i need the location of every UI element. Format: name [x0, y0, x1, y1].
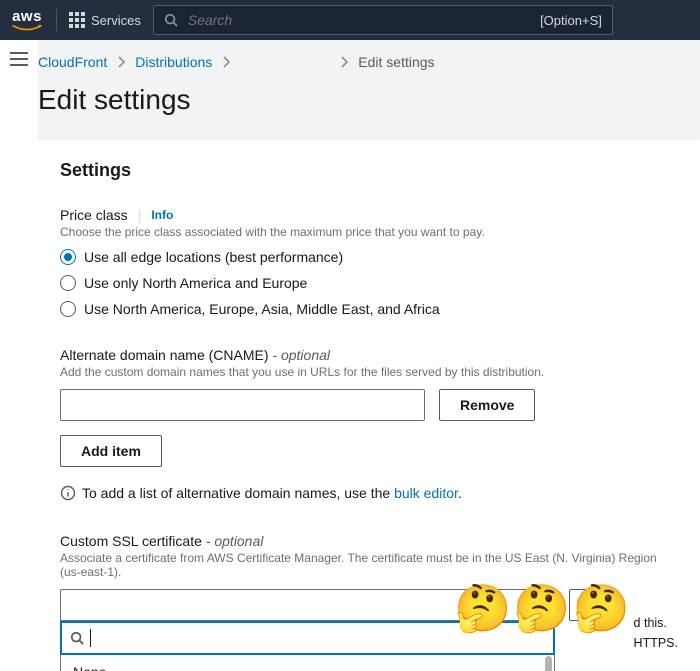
radio-icon [60, 275, 76, 291]
search-input[interactable] [186, 11, 532, 29]
nav-divider [56, 9, 57, 31]
breadcrumb: CloudFront Distributions Edit settings [38, 54, 700, 70]
breadcrumb-current: Edit settings [358, 54, 434, 70]
price-class-info-link[interactable]: Info [151, 208, 173, 222]
remove-button[interactable]: Remove [439, 389, 535, 421]
breadcrumb-cloudfront[interactable]: CloudFront [38, 54, 107, 70]
add-item-button[interactable]: Add item [60, 435, 162, 467]
ssl-obscured-text: d this. HTTPS. [634, 613, 678, 653]
price-class-option-1[interactable]: Use only North America and Europe [60, 275, 678, 291]
cname-optional: - optional [272, 347, 330, 363]
thinking-emoji-overlay: 🤔 🤔 🤔 [454, 585, 630, 631]
price-class-desc: Choose the price class associated with t… [60, 225, 678, 239]
ssl-label: Custom SSL certificate [60, 533, 202, 549]
radio-label: Use North America, Europe, Asia, Middle … [84, 301, 440, 317]
radio-icon [60, 249, 76, 265]
thinking-face-icon: 🤔 [573, 585, 630, 631]
global-search[interactable]: [Option+S] [153, 5, 613, 35]
services-menu[interactable]: Services [69, 12, 141, 28]
top-nav: aws Services [Option+S] [0, 0, 700, 40]
card-title: Settings [60, 160, 678, 181]
cname-hint: To add a list of alternative domain name… [60, 485, 678, 501]
aws-logo[interactable]: aws [10, 9, 44, 32]
breadcrumb-distributions[interactable]: Distributions [135, 54, 212, 70]
search-icon [164, 13, 178, 27]
services-label: Services [91, 13, 141, 28]
info-icon [60, 485, 76, 501]
price-class-label: Price class [60, 207, 128, 223]
radio-label: Use only North America and Europe [84, 275, 307, 291]
search-icon [70, 631, 84, 645]
price-class-option-0[interactable]: Use all edge locations (best performance… [60, 249, 678, 265]
search-shortcut-hint: [Option+S] [540, 13, 602, 28]
ssl-option-none[interactable]: None [61, 654, 554, 671]
text-caret [90, 629, 91, 647]
chevron-right-icon [340, 56, 348, 68]
chevron-right-icon [117, 56, 125, 68]
thinking-face-icon: 🤔 [454, 585, 511, 631]
radio-label: Use all edge locations (best performance… [84, 249, 343, 265]
price-class-radio-group: Use all edge locations (best performance… [60, 249, 678, 317]
sidebar-toggle[interactable] [10, 52, 28, 66]
cname-label: Alternate domain name (CNAME) [60, 347, 269, 363]
grid-icon [69, 12, 85, 28]
ssl-desc: Associate a certificate from AWS Certifi… [60, 551, 678, 579]
cname-desc: Add the custom domain names that you use… [60, 365, 678, 379]
radio-icon [60, 301, 76, 317]
chevron-right-icon [222, 56, 230, 68]
dropdown-scrollbar[interactable] [545, 656, 552, 671]
ssl-optional: - optional [206, 533, 264, 549]
price-class-option-2[interactable]: Use North America, Europe, Asia, Middle … [60, 301, 678, 317]
bulk-editor-link[interactable]: bulk editor [394, 485, 458, 501]
thinking-face-icon: 🤔 [513, 585, 570, 631]
page-title: Edit settings [38, 84, 700, 116]
cname-input[interactable] [60, 389, 425, 421]
